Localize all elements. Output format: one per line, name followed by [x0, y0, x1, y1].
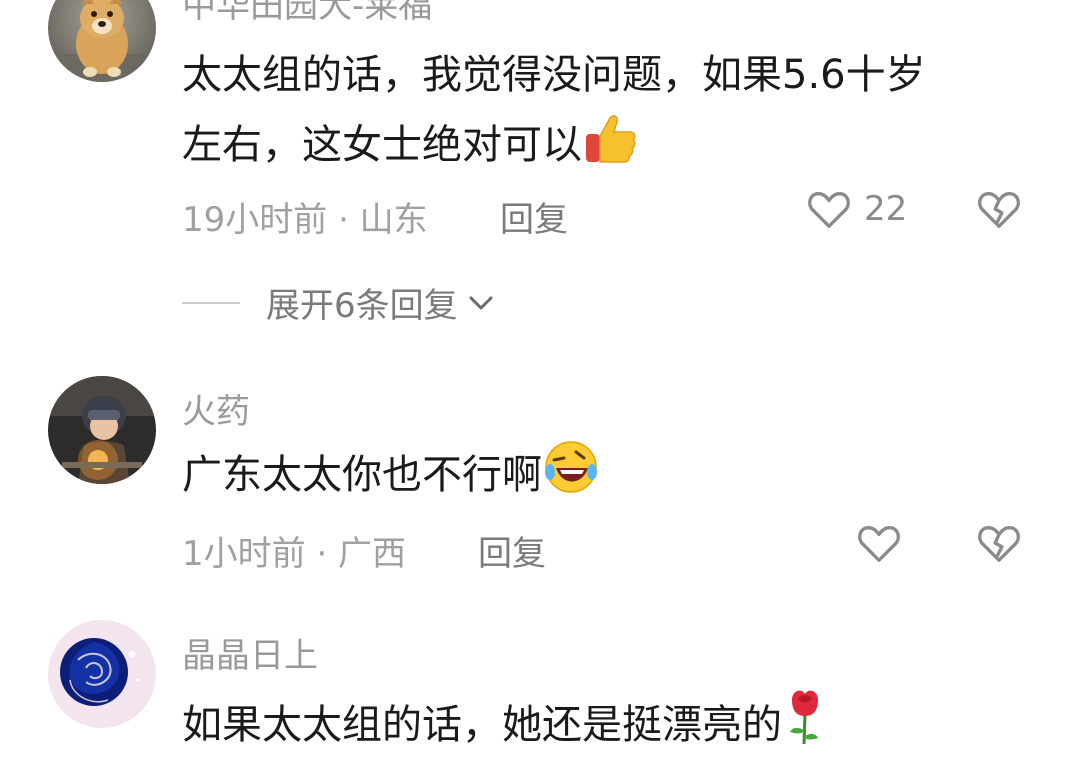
avatar[interactable]: [48, 376, 156, 484]
like-button[interactable]: [856, 520, 902, 566]
rose-icon: [782, 686, 828, 765]
broken-heart-icon: [978, 191, 1020, 228]
username[interactable]: 火药: [182, 384, 250, 433]
reply-button[interactable]: 回复: [500, 192, 568, 241]
comment-text-line: 如果太太组的话，她还是挺漂亮的: [182, 702, 782, 748]
rolling-laughing-icon: [542, 438, 600, 515]
comment-text-line: 广东太太你也不行啊: [182, 452, 542, 498]
reply-button[interactable]: 回复: [478, 526, 546, 575]
avatar[interactable]: [48, 620, 156, 728]
expand-replies-button[interactable]: 展开6条回复: [182, 278, 496, 327]
heart-outline-icon: [808, 191, 850, 228]
comment-text: 广东太太你也不行啊: [182, 438, 600, 515]
thumbs-up-icon: [582, 110, 638, 185]
heart-outline-icon: [858, 525, 900, 562]
expand-replies-label: 展开6条回复: [266, 286, 458, 326]
username[interactable]: 中华田园犬-莱福: [182, 0, 432, 27]
chevron-down-icon: [469, 296, 493, 309]
time-location: 1小时前 · 广西: [182, 534, 407, 574]
child-welding-avatar-image: [48, 376, 156, 484]
comment-text: 左右，这女士绝对可以: [182, 110, 638, 185]
comment-text-line: 左右，这女士绝对可以: [182, 122, 582, 168]
like-count: 22: [864, 189, 908, 229]
broken-heart-icon: [978, 525, 1020, 562]
divider: [182, 301, 240, 304]
comment-text: 如果太太组的话，她还是挺漂亮的: [182, 686, 828, 765]
avatar[interactable]: [48, 0, 156, 82]
blue-rose-avatar-image: [48, 620, 156, 728]
comment-text: 太太组的话，我觉得没问题，如果5.6十岁: [182, 43, 926, 107]
like-button[interactable]: 22: [806, 186, 907, 232]
comment-text-line: 太太组的话，我觉得没问题，如果5.6十岁: [182, 52, 926, 98]
username[interactable]: 晶晶日上: [182, 628, 318, 677]
dog-avatar-image: [48, 0, 156, 82]
time-location: 19小时前 · 山东: [182, 200, 428, 240]
dislike-button[interactable]: [976, 520, 1022, 566]
dislike-button[interactable]: [976, 186, 1022, 232]
